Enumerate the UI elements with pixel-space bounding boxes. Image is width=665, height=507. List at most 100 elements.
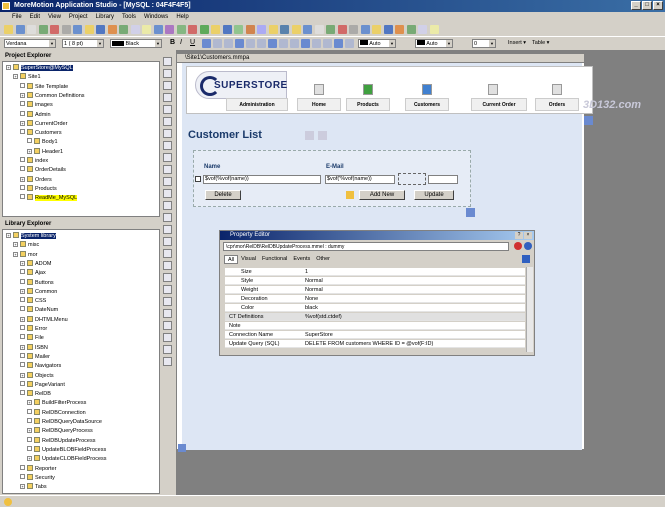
align-tool-3-icon[interactable] — [235, 39, 244, 48]
tree-item[interactable]: Site Template — [20, 82, 68, 91]
toolbar-tool-6-icon[interactable] — [73, 25, 82, 34]
toolbox-item-0-icon[interactable] — [163, 57, 172, 66]
tree-item[interactable]: + DHTMLMenu — [20, 315, 68, 324]
tree-item[interactable]: RelDB — [20, 390, 51, 398]
tree-item[interactable]: + System library — [6, 232, 56, 240]
expand-icon[interactable] — [27, 408, 32, 414]
expand-icon[interactable]: + — [13, 74, 18, 80]
expand-icon[interactable] — [20, 306, 25, 312]
toolbox-item-25-icon[interactable] — [163, 357, 172, 366]
toolbar-tool-16-icon[interactable] — [188, 25, 197, 34]
expand-icon[interactable]: + — [6, 65, 11, 70]
update-button[interactable]: Update — [414, 190, 454, 200]
toolbox-item-5-icon[interactable] — [163, 117, 172, 126]
property-row[interactable]: Note — [225, 322, 525, 330]
property-row[interactable]: Size 1 — [225, 268, 525, 276]
expand-icon[interactable]: + — [20, 120, 25, 126]
tree-item[interactable]: + SuperStore@MySQL — [6, 64, 73, 72]
delete-button[interactable]: Delete — [205, 190, 241, 200]
tree-item[interactable]: ReadMe_MySQL — [20, 194, 78, 202]
extra-input[interactable] — [428, 175, 458, 184]
property-row[interactable]: Update Query (SQL) DELETE FROM customers … — [225, 340, 525, 348]
toolbox-item-3-icon[interactable] — [163, 93, 172, 102]
toolbox-item-14-icon[interactable] — [163, 225, 172, 234]
tree-item[interactable]: + BuildFilterProcess — [27, 399, 86, 407]
toolbar-tool-3-icon[interactable] — [38, 25, 48, 34]
expand-icon[interactable] — [27, 445, 32, 451]
underline-button[interactable]: U — [190, 39, 199, 48]
nav-current-order[interactable]: Current Order — [471, 98, 527, 111]
toolbar-tool-2-icon[interactable] — [27, 25, 36, 34]
auto-select-2[interactable]: Auto ▼ — [415, 39, 453, 48]
tree-item[interactable]: + Header1 — [27, 147, 63, 156]
toolbar-tool-21-icon[interactable] — [245, 25, 255, 34]
toolbar-tool-26-icon[interactable] — [303, 25, 312, 34]
menu-file[interactable]: File — [8, 12, 26, 23]
tree-item[interactable]: + Tabs — [20, 483, 47, 491]
menu-edit[interactable]: Edit — [26, 12, 44, 23]
expand-icon[interactable]: + — [20, 92, 25, 98]
expand-icon[interactable] — [20, 278, 25, 284]
tree-item[interactable]: + Objects — [20, 371, 54, 380]
toolbar-tool-13-icon[interactable] — [153, 25, 163, 34]
bold-button[interactable]: B — [170, 39, 179, 48]
align-tool-2-icon[interactable] — [224, 39, 233, 48]
size-select[interactable]: 1 ( 8 pt) ▼ — [62, 39, 104, 48]
expand-icon[interactable] — [20, 464, 25, 470]
property-row[interactable]: Weight Normal — [225, 286, 525, 294]
color-select[interactable]: Black ▼ — [110, 39, 162, 48]
expand-icon[interactable] — [20, 269, 25, 275]
tree-item[interactable]: + Common — [20, 287, 57, 296]
expand-icon[interactable] — [20, 166, 25, 172]
toolbar-tool-36-icon[interactable] — [418, 25, 427, 34]
property-row[interactable]: Style Normal — [225, 277, 525, 285]
tree-item[interactable]: RelDBConnection — [27, 408, 86, 417]
toolbar-tool-22-icon[interactable] — [257, 25, 266, 34]
align-tool-11-icon[interactable] — [323, 39, 332, 48]
menu-help[interactable]: Help — [172, 12, 192, 23]
property-value[interactable]: Normal — [305, 277, 323, 285]
toolbar-tool-24-icon[interactable] — [280, 25, 289, 34]
align-tool-12-icon[interactable] — [334, 39, 343, 48]
expand-icon[interactable]: + — [20, 484, 25, 490]
toolbar-tool-8-icon[interactable] — [96, 25, 105, 34]
tree-item[interactable]: + Site1 — [13, 73, 41, 81]
toolbar-tool-27-icon[interactable] — [314, 25, 324, 34]
expand-icon[interactable] — [27, 436, 32, 442]
tree-item[interactable]: + ISBN — [20, 343, 48, 352]
insert-menu[interactable]: Insert ▾ — [508, 40, 526, 46]
tree-item[interactable]: RelDBUpdateProcess — [27, 436, 96, 445]
expand-icon[interactable] — [20, 362, 25, 368]
toolbox-item-24-icon[interactable] — [163, 345, 172, 354]
toolbar-tool-18-icon[interactable] — [211, 25, 220, 34]
expand-icon[interactable] — [20, 297, 25, 303]
align-tool-7-icon[interactable] — [279, 39, 288, 48]
toolbar-tool-0-icon[interactable] — [4, 25, 13, 34]
toolbar-tool-12-icon[interactable] — [142, 25, 151, 34]
expand-icon[interactable]: + — [13, 251, 18, 257]
align-tool-0-icon[interactable] — [202, 39, 211, 48]
expand-icon[interactable]: + — [13, 242, 18, 248]
toolbar-tool-28-icon[interactable] — [326, 25, 335, 34]
expand-icon[interactable] — [20, 194, 25, 200]
tree-item[interactable]: + RelDBQueryProcess — [27, 427, 93, 435]
expand-icon[interactable] — [20, 325, 25, 330]
tree-item[interactable]: + UpdateCLOBFieldProcess — [27, 455, 107, 463]
toolbar-tool-19-icon[interactable] — [222, 25, 232, 34]
toolbox-item-13-icon[interactable] — [163, 213, 172, 222]
tree-item[interactable]: UpdateBLOBFieldProcess — [27, 445, 106, 454]
menu-project[interactable]: Project — [65, 12, 92, 23]
refresh-icon[interactable] — [305, 131, 314, 140]
menu-tools[interactable]: Tools — [118, 12, 140, 23]
table-menu[interactable]: Table ▾ — [532, 40, 549, 46]
tree-item[interactable]: OrderDetails — [20, 166, 66, 174]
toolbox-item-1-icon[interactable] — [163, 69, 172, 78]
expand-icon[interactable] — [27, 418, 32, 423]
row-checkbox[interactable] — [195, 176, 201, 182]
toolbox-item-8-icon[interactable] — [163, 153, 172, 162]
toolbar-tool-10-icon[interactable] — [119, 25, 128, 34]
toolbox-item-12-icon[interactable] — [163, 201, 172, 210]
expand-icon[interactable]: + — [20, 372, 25, 378]
header-anchor-icon[interactable] — [584, 116, 593, 125]
align-tool-1-icon[interactable] — [213, 39, 222, 48]
